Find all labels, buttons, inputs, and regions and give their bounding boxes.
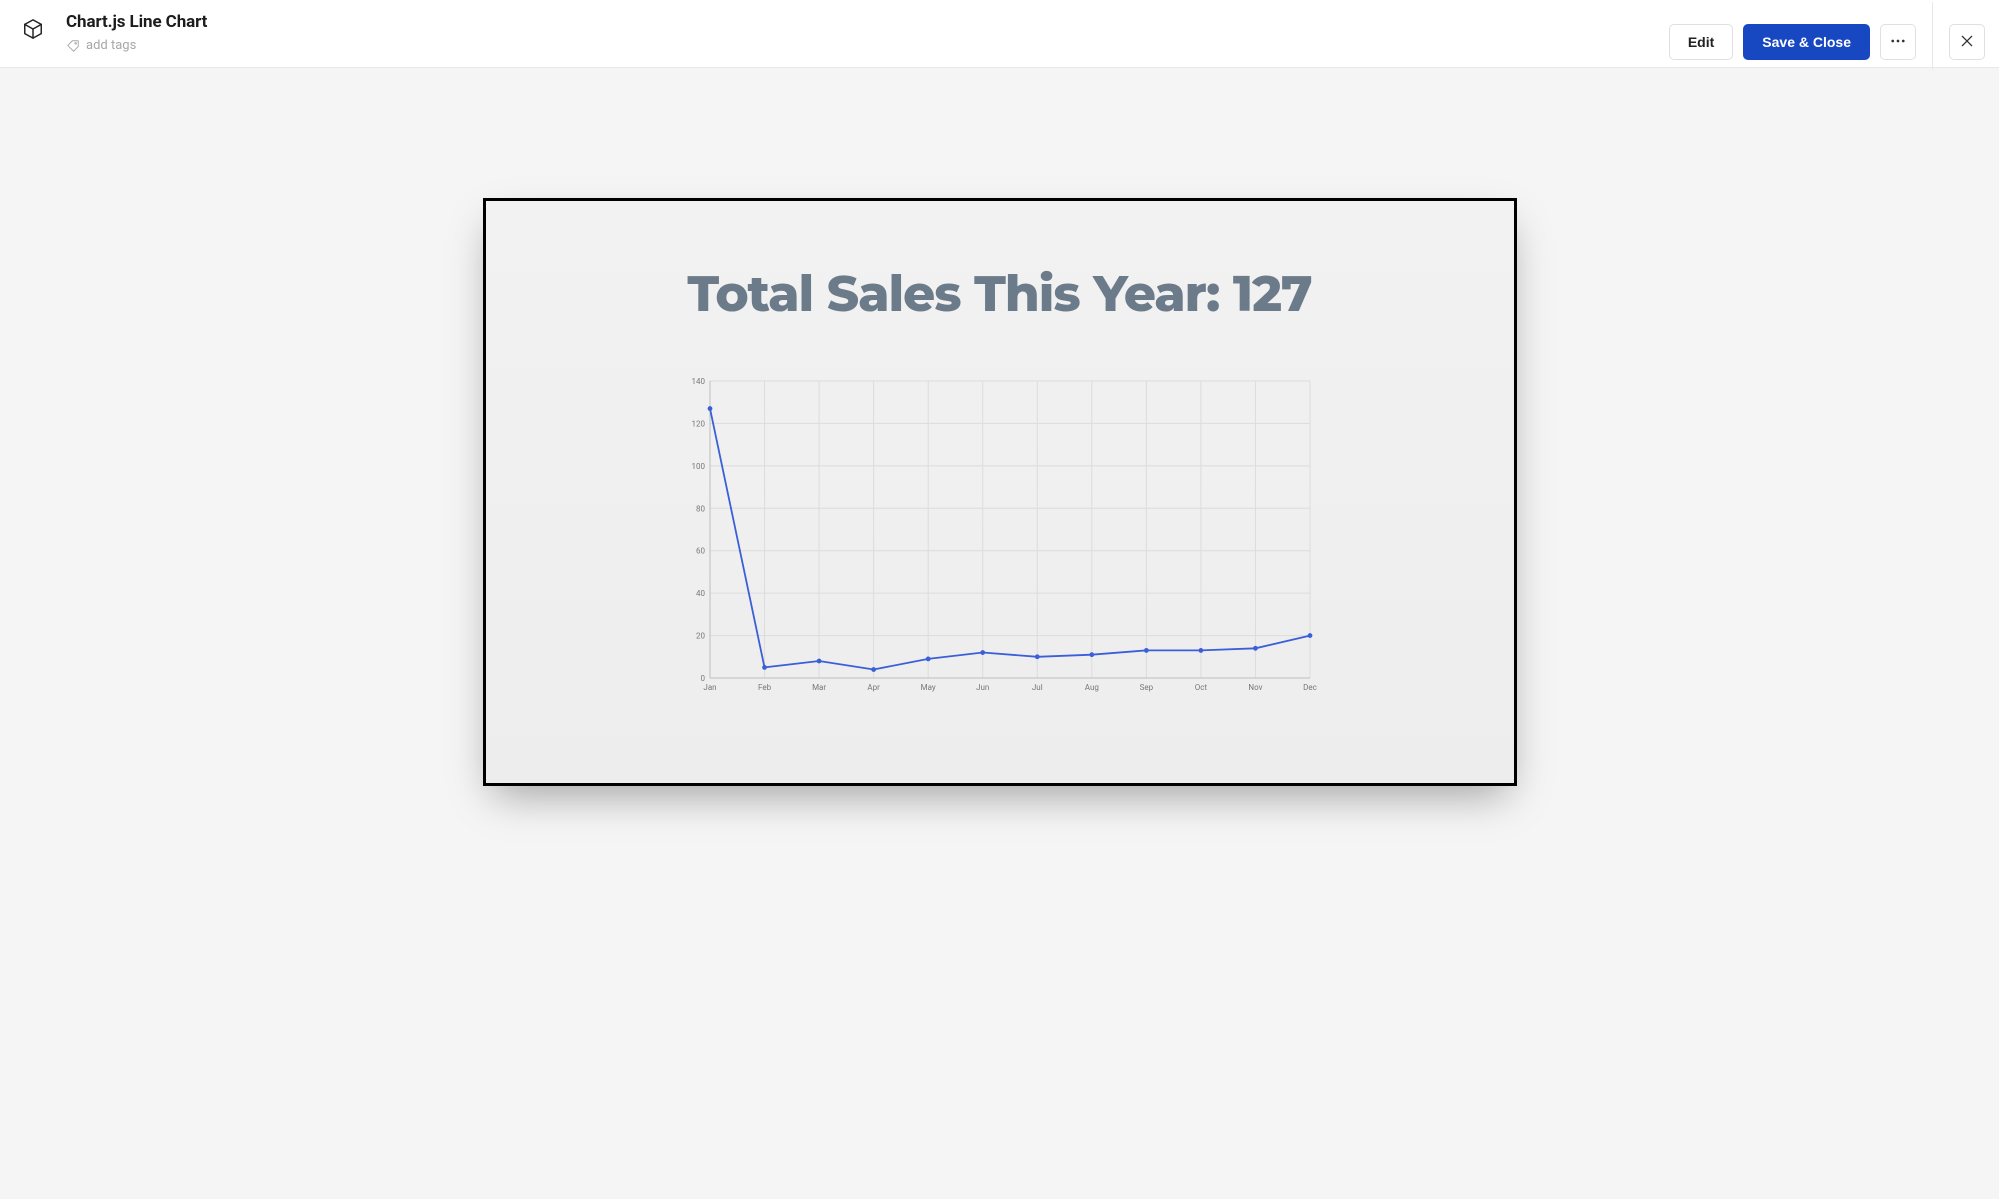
chart-preview-frame: Total Sales This Year: 127 0 20 40 60 80 100 1… <box>483 198 1517 786</box>
svg-text:Oct: Oct <box>1194 683 1207 692</box>
svg-text:140: 140 <box>691 377 705 386</box>
svg-text:Jan: Jan <box>703 683 716 692</box>
more-button[interactable] <box>1880 24 1916 60</box>
svg-text:Aug: Aug <box>1084 683 1098 692</box>
chart-container: 0 20 40 60 80 100 120 140 Jan Feb Mar Apr May Jun Jul A… <box>680 376 1320 696</box>
svg-text:Feb: Feb <box>758 683 772 692</box>
title-block: Chart.js Line Chart add tags <box>66 12 1669 53</box>
more-icon <box>1889 32 1907 53</box>
tag-icon <box>66 39 80 53</box>
close-icon <box>1959 33 1975 52</box>
line-chart: 0 20 40 60 80 100 120 140 Jan Feb Mar Apr May Jun Jul A… <box>680 376 1320 696</box>
svg-text:Mar: Mar <box>812 683 826 692</box>
app-header: Chart.js Line Chart add tags Edit Save &… <box>0 0 1999 68</box>
svg-text:40: 40 <box>696 589 705 598</box>
header-actions: Edit Save & Close <box>1669 14 1985 70</box>
page-title: Chart.js Line Chart <box>66 12 1669 32</box>
svg-text:0: 0 <box>700 674 705 683</box>
close-button[interactable] <box>1949 24 1985 60</box>
tag-row[interactable]: add tags <box>66 38 1669 53</box>
svg-text:80: 80 <box>696 504 705 513</box>
add-tags-placeholder: add tags <box>86 38 136 53</box>
save-close-button[interactable]: Save & Close <box>1743 24 1870 60</box>
canvas-area: Total Sales This Year: 127 0 20 40 60 80 100 1… <box>0 68 1999 1199</box>
svg-text:Nov: Nov <box>1248 683 1262 692</box>
header-divider <box>1932 2 1933 70</box>
svg-text:Sep: Sep <box>1139 683 1153 692</box>
app-logo-icon <box>20 16 46 42</box>
svg-text:Jun: Jun <box>976 683 989 692</box>
svg-text:May: May <box>920 683 935 692</box>
svg-text:60: 60 <box>696 547 705 556</box>
chart-title: Total Sales This Year: 127 <box>687 263 1311 324</box>
svg-text:20: 20 <box>696 632 705 641</box>
svg-text:100: 100 <box>691 462 705 471</box>
svg-text:120: 120 <box>691 419 705 428</box>
svg-text:Apr: Apr <box>867 683 880 692</box>
svg-text:Jul: Jul <box>1031 683 1042 692</box>
svg-text:Dec: Dec <box>1303 683 1317 692</box>
edit-button[interactable]: Edit <box>1669 24 1733 60</box>
